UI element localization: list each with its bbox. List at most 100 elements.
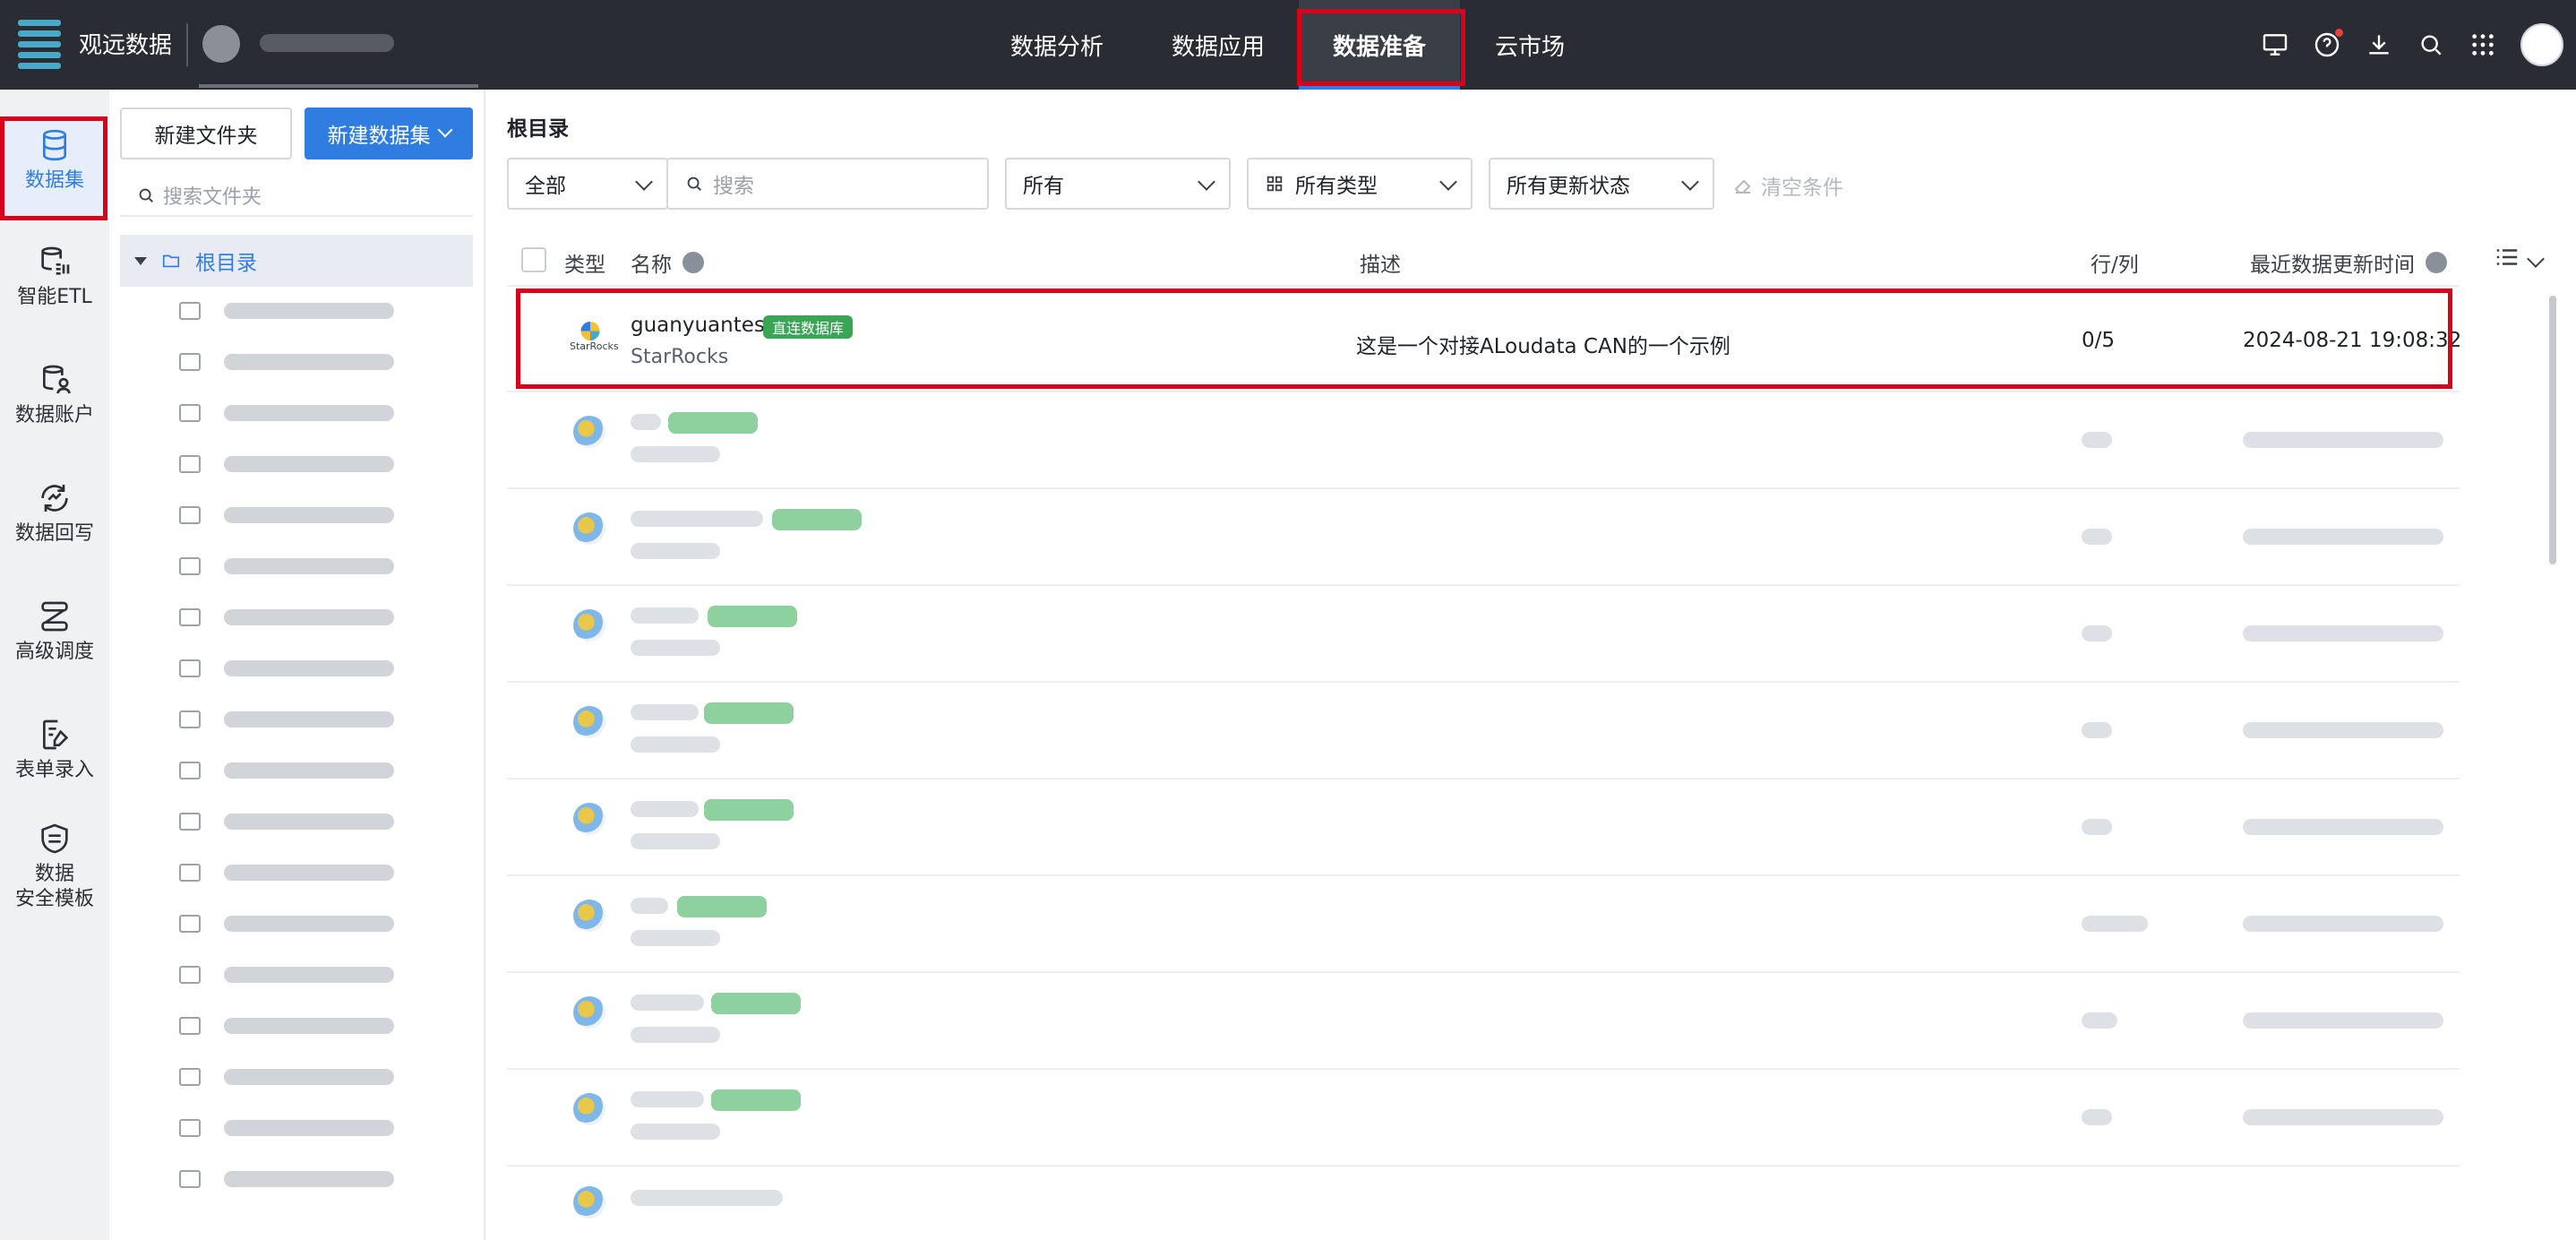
row-divider: [507, 681, 2460, 683]
leftnav-label: 数据集: [24, 169, 84, 192]
folder-item[interactable]: [179, 451, 394, 478]
folder-item[interactable]: [179, 1115, 394, 1141]
folder-icon: [179, 1119, 201, 1137]
divider: [186, 23, 188, 66]
leftnav-data-account[interactable]: 数据账户: [0, 362, 109, 428]
folder-item[interactable]: [179, 297, 394, 324]
row-divider: [507, 874, 2460, 876]
folder-icon: [179, 608, 201, 626]
folder-item[interactable]: [179, 655, 394, 682]
type-select-value: 所有类型: [1295, 175, 1378, 198]
app-logo-icon[interactable]: [18, 20, 61, 69]
folder-search-input[interactable]: 搜索文件夹: [120, 176, 473, 217]
starrocks-logo-text: StarRocks: [570, 340, 619, 352]
tree-root-folder[interactable]: 根目录: [120, 235, 473, 287]
direct-db-badge: 直连数据库: [763, 315, 854, 339]
folder-icon: [179, 302, 201, 320]
clear-conditions-button[interactable]: 清空条件: [1732, 170, 1843, 201]
leftnav-form-entry[interactable]: 表单录入: [0, 717, 109, 783]
chevron-down-icon: [1439, 173, 1457, 191]
folder-item[interactable]: [179, 400, 394, 426]
column-settings-icon[interactable]: [2494, 244, 2520, 276]
chevron-down-icon: [1198, 173, 1215, 191]
nav-cloud-market[interactable]: 云市场: [1478, 0, 1582, 90]
folder-icon: [179, 1170, 201, 1188]
leftnav-label: 数据回写: [14, 522, 94, 545]
folder-icon: [179, 762, 201, 779]
nav-data-apps[interactable]: 数据应用: [1155, 0, 1281, 90]
column-header-type: 类型: [564, 254, 605, 277]
table-scrollbar[interactable]: [2549, 296, 2556, 564]
folder-icon: [179, 506, 201, 524]
top-bar: 观远数据 数据分析 数据应用 数据准备 云市场: [0, 0, 2576, 90]
help-icon[interactable]: [2309, 27, 2345, 63]
security-template-icon: [41, 823, 68, 854]
data-account-icon: [43, 365, 71, 394]
search-icon: [139, 188, 153, 202]
workspace-avatar[interactable]: [202, 25, 240, 63]
search-icon[interactable]: [2413, 27, 2449, 63]
monitor-icon[interactable]: [2257, 27, 2293, 63]
leftnav-label-line2: 安全模板: [14, 888, 94, 910]
leftnav-security-template[interactable]: 数据 安全模板: [0, 821, 109, 912]
folder-item[interactable]: [179, 1063, 394, 1090]
row-divider: [507, 487, 2460, 489]
folder-icon: [179, 915, 201, 933]
nav-data-analysis[interactable]: 数据分析: [994, 0, 1120, 90]
leftnav-advanced-schedule[interactable]: 高级调度: [0, 598, 109, 665]
dataset-search-placeholder: 搜索: [713, 175, 754, 198]
download-icon[interactable]: [2361, 27, 2397, 63]
update-status-value: 所有更新状态: [1507, 175, 1630, 198]
apps-grid-icon[interactable]: [2465, 27, 2501, 63]
leftnav-smart-etl[interactable]: 智能ETL: [0, 244, 109, 310]
notification-dot: [2335, 29, 2343, 37]
column-header-updated[interactable]: 最近数据更新时间: [2250, 247, 2447, 278]
eraser-icon: [1734, 179, 1751, 194]
row-divider: [507, 1165, 2460, 1167]
clear-conditions-label: 清空条件: [1761, 177, 1843, 200]
dataset-search-input[interactable]: 搜索: [666, 158, 989, 210]
folder-item[interactable]: [179, 961, 394, 988]
folder-item[interactable]: [179, 859, 394, 886]
chevron-down-icon: [437, 122, 452, 138]
folder-item[interactable]: [179, 1166, 394, 1193]
column-header-name[interactable]: 名称: [631, 247, 704, 278]
leftnav-label: 高级调度: [14, 641, 94, 663]
leftnav-data-writeback[interactable]: 数据回写: [0, 480, 109, 547]
dataset-name[interactable]: guanyuantest: [631, 314, 773, 337]
owner-select[interactable]: 所有: [1005, 158, 1231, 210]
nav-data-prep[interactable]: 数据准备: [1299, 0, 1460, 90]
scope-select[interactable]: 全部: [507, 158, 668, 210]
leftnav-datasets[interactable]: 数据集: [0, 118, 109, 219]
select-all-checkbox[interactable]: [521, 247, 546, 272]
column-header-rows-cols: 行/列: [2091, 254, 2139, 277]
folder-item[interactable]: [179, 604, 394, 631]
dataset-description: 这是一个对接ALoudata CAN的一个示例: [1356, 335, 1730, 358]
folder-icon: [179, 404, 201, 422]
folder-item[interactable]: [179, 706, 394, 733]
folder-item[interactable]: [179, 1012, 394, 1039]
leftnav-label: 表单录入: [14, 759, 94, 781]
user-avatar[interactable]: [2520, 23, 2563, 66]
new-folder-button[interactable]: 新建文件夹: [120, 108, 292, 159]
folder-item[interactable]: [179, 757, 394, 784]
workspace-name-blurred[interactable]: [260, 34, 394, 52]
folder-search-placeholder: 搜索文件夹: [163, 186, 262, 209]
new-dataset-button[interactable]: 新建数据集: [305, 108, 473, 159]
folder-icon: [179, 1068, 201, 1086]
folder-icon: [179, 710, 201, 728]
folder-item[interactable]: [179, 349, 394, 375]
type-select[interactable]: 所有类型: [1247, 158, 1473, 210]
writeback-icon: [41, 485, 68, 512]
folder-item[interactable]: [179, 808, 394, 835]
folder-icon: [179, 659, 201, 677]
folder-icon: [162, 254, 180, 268]
update-status-select[interactable]: 所有更新状态: [1489, 158, 1714, 210]
folder-item[interactable]: [179, 553, 394, 580]
column-header-updated-label: 最近数据更新时间: [2250, 254, 2415, 277]
folder-item[interactable]: [179, 910, 394, 937]
folder-item[interactable]: [179, 502, 394, 529]
sort-icon: [2426, 252, 2447, 273]
dataset-rows-cols: 0/5: [2082, 329, 2116, 352]
leftnav-label-line1: 数据: [34, 863, 74, 885]
